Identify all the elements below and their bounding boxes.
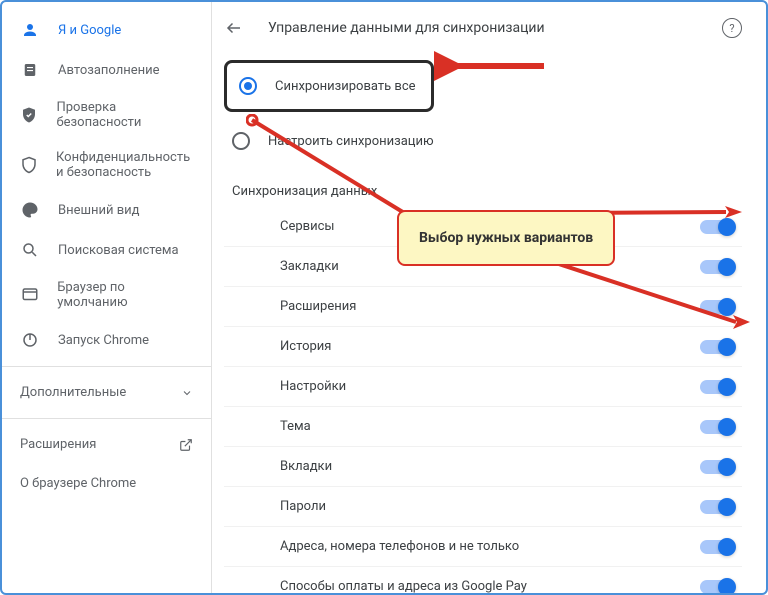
assignment-icon <box>20 60 40 80</box>
toggle-label: Адреса, номера телефонов и не только <box>280 539 519 554</box>
toggle-label: Закладки <box>280 259 339 274</box>
sidebar-about-label: О браузере Chrome <box>20 476 136 491</box>
toggle-row-extensions: Расширения <box>224 287 742 327</box>
sidebar-label: Конфиденциальность и безопасность <box>56 150 193 180</box>
radio-label: Настроить синхронизацию <box>268 134 434 149</box>
toggle-switch[interactable] <box>700 460 734 474</box>
back-button[interactable] <box>224 18 244 38</box>
security-icon <box>20 155 38 175</box>
toggle-label: Тема <box>280 419 311 434</box>
open-in-new-icon <box>179 438 193 452</box>
sidebar: Я и Google Автозаполнение Проверка безоп… <box>2 2 212 593</box>
sidebar-label: Я и Google <box>58 23 121 38</box>
sidebar-extensions-label: Расширения <box>20 437 96 452</box>
radio-customize[interactable]: Настроить синхронизацию <box>224 120 742 162</box>
toggle-switch[interactable] <box>700 220 734 234</box>
toggle-row-tabs: Вкладки <box>224 447 742 487</box>
toggle-row-payments: Способы оплаты и адреса из Google Pay <box>224 567 742 593</box>
sidebar-about[interactable]: О браузере Chrome <box>2 464 211 503</box>
verified-icon <box>20 105 38 125</box>
radio-icon-checked <box>239 77 257 95</box>
annotation-callout: Выбор нужных вариантов <box>397 210 615 266</box>
help-button[interactable]: ? <box>722 18 742 38</box>
palette-icon <box>20 200 40 220</box>
chevron-down-icon <box>181 387 193 399</box>
sidebar-item-default-browser[interactable]: Браузер по умолчанию <box>2 270 211 320</box>
sidebar-item-search[interactable]: Поисковая система <box>2 230 211 270</box>
sidebar-label: Браузер по умолчанию <box>57 280 193 310</box>
radio-sync-all[interactable]: Синхронизировать все <box>224 60 434 112</box>
sidebar-extensions[interactable]: Расширения <box>2 425 211 464</box>
sidebar-item-on-startup[interactable]: Запуск Chrome <box>2 320 211 360</box>
default-browser-icon <box>20 285 39 305</box>
toggle-label: Сервисы <box>280 219 335 234</box>
callout-text: Выбор нужных вариантов <box>419 230 593 246</box>
toggle-label: Расширения <box>280 299 356 314</box>
toggle-label: Настройки <box>280 379 346 394</box>
sidebar-label: Запуск Chrome <box>58 333 149 348</box>
person-icon <box>20 20 40 40</box>
sidebar-item-you-and-google[interactable]: Я и Google <box>2 10 211 50</box>
toggle-switch[interactable] <box>700 300 734 314</box>
toggle-label: Способы оплаты и адреса из Google Pay <box>280 579 527 593</box>
sidebar-item-safety-check[interactable]: Проверка безопасности <box>2 90 211 140</box>
toggle-label: Пароли <box>280 499 326 514</box>
toggle-label: Вкладки <box>280 459 332 474</box>
radio-label: Синхронизировать все <box>275 79 416 94</box>
sidebar-label: Автозаполнение <box>58 63 160 78</box>
toggle-row-history: История <box>224 327 742 367</box>
annotation-arrow <box>434 46 554 86</box>
toggle-row-theme: Тема <box>224 407 742 447</box>
search-icon <box>20 240 40 260</box>
radio-icon-unchecked <box>232 132 250 150</box>
section-title: Синхронизация данных <box>224 170 742 207</box>
toggle-switch[interactable] <box>700 540 734 554</box>
sidebar-advanced[interactable]: Дополнительные <box>2 373 211 412</box>
toggle-row-addresses: Адреса, номера телефонов и не только <box>224 527 742 567</box>
toggle-switch[interactable] <box>700 580 734 594</box>
main-content: Управление данными для синхронизации ? С… <box>212 2 766 593</box>
page-title: Управление данными для синхронизации <box>268 20 722 36</box>
toggle-switch[interactable] <box>700 500 734 514</box>
power-icon <box>20 330 40 350</box>
toggle-switch[interactable] <box>700 260 734 274</box>
sidebar-label: Проверка безопасности <box>56 100 193 130</box>
sidebar-label: Поисковая система <box>58 243 179 258</box>
toggle-row-settings: Настройки <box>224 367 742 407</box>
sidebar-item-privacy[interactable]: Конфиденциальность и безопасность <box>2 140 211 190</box>
toggle-switch[interactable] <box>700 380 734 394</box>
toggle-switch[interactable] <box>700 340 734 354</box>
sidebar-item-autofill[interactable]: Автозаполнение <box>2 50 211 90</box>
toggle-label: История <box>280 339 331 354</box>
toggle-switch[interactable] <box>700 420 734 434</box>
sidebar-advanced-label: Дополнительные <box>20 385 126 400</box>
sidebar-label: Внешний вид <box>58 203 140 218</box>
toggle-row-passwords: Пароли <box>224 487 742 527</box>
sidebar-item-appearance[interactable]: Внешний вид <box>2 190 211 230</box>
